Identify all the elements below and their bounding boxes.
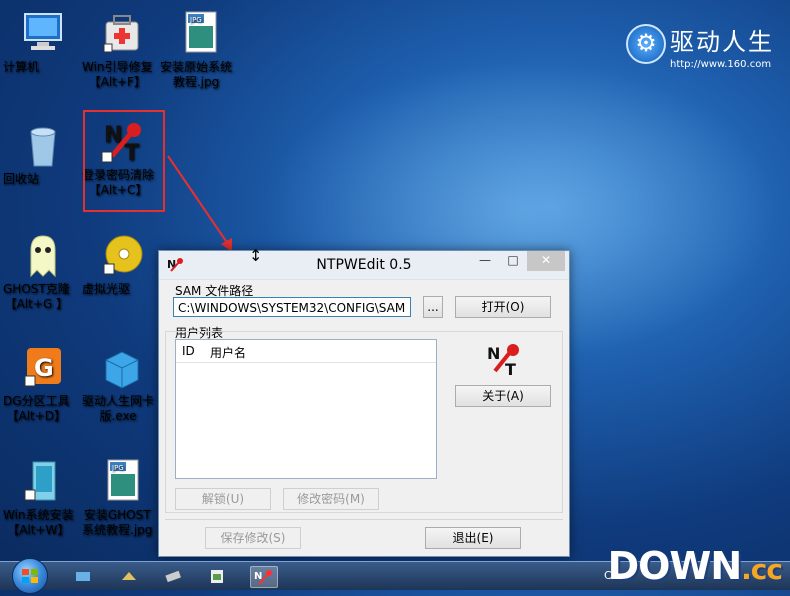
browse-button[interactable]: ...	[423, 296, 443, 318]
computer-icon	[19, 10, 67, 56]
user-list-table[interactable]: ID 用户名	[175, 339, 437, 479]
minimize-button[interactable]: —	[471, 251, 499, 271]
recycle-bin-icon	[19, 122, 67, 168]
taskbar-explorer-button[interactable]	[70, 566, 96, 586]
taskbar-ntpwedit-button[interactable]: N	[250, 566, 278, 588]
desktop-icon-label: 安装原始系统 教程.jpg	[160, 60, 233, 89]
taskbar-tool-button[interactable]	[116, 566, 142, 586]
desktop-icon-label: DG分区工具 【Alt+D】	[3, 394, 70, 423]
box-icon	[98, 344, 146, 390]
dg-partition-icon: G	[19, 344, 67, 390]
resize-cursor-icon: ↕	[249, 246, 263, 265]
taskbar-drive-button[interactable]	[160, 566, 186, 586]
svg-text:N: N	[487, 344, 500, 363]
maximize-button[interactable]: □	[499, 251, 527, 271]
desktop-icon-label: Win引导修复 【Alt+F】	[82, 60, 153, 89]
svg-text:JPG: JPG	[111, 464, 124, 472]
column-header-username[interactable]: 用户名	[210, 344, 246, 361]
desktop-icon-win-install[interactable]: Win系统安装 【Alt+W】	[3, 458, 83, 537]
desktop-icon-ghost[interactable]: GHOST克隆 【Alt+G 】	[3, 232, 83, 311]
brand-url: http://www.160.com	[670, 59, 772, 70]
desktop-icon-driver-life[interactable]: 驱动人生网卡 版.exe	[82, 344, 162, 423]
desktop-icon-virtual-drive[interactable]: 虚拟光驱	[82, 232, 162, 296]
desktop-icon-win-repair[interactable]: Win引导修复 【Alt+F】	[82, 10, 162, 89]
change-password-button[interactable]: 修改密码(M)	[283, 488, 379, 510]
sam-path-input[interactable]: C:\WINDOWS\SYSTEM32\CONFIG\SAM	[173, 297, 411, 317]
ntpwedit-logo: NT	[485, 341, 525, 379]
setup-icon	[211, 570, 223, 583]
drive-icon	[165, 570, 181, 583]
open-button[interactable]: 打开(O)	[455, 296, 551, 318]
jpg-file-icon: JPG	[176, 10, 224, 56]
column-header-id[interactable]: ID	[182, 344, 195, 358]
down-cc-watermark: DOWN.cc	[607, 544, 783, 588]
save-changes-button[interactable]: 保存修改(S)	[205, 527, 301, 549]
brand-logo: ⚙ 驱动人生 http://www.160.com	[626, 22, 774, 70]
ghost-icon	[19, 232, 67, 278]
separator	[165, 519, 563, 520]
about-button[interactable]: 关于(A)	[455, 385, 551, 407]
highlight-box	[83, 110, 165, 212]
ntpwedit-icon: N	[254, 570, 272, 585]
svg-text:JPG: JPG	[189, 16, 202, 24]
desktop-icon-label: 回收站	[3, 172, 40, 186]
toolbox-icon	[98, 10, 146, 56]
desktop-icon-ghost-tutorial-jpg[interactable]: JPG 安装GHOST 系统教程.jpg	[82, 458, 162, 537]
title-bar[interactable]: N NTPWEdit 0.5 — □ ✕	[159, 251, 569, 280]
desktop-icon-label: GHOST克隆 【Alt+G 】	[3, 282, 70, 311]
win-install-icon	[19, 458, 67, 504]
desktop-icon-label: 驱动人生网卡 版.exe	[82, 394, 155, 423]
brand-name: 驱动人生	[670, 28, 774, 56]
exit-button[interactable]: 退出(E)	[425, 527, 521, 549]
windows-logo-icon	[22, 569, 38, 583]
desktop-icon-label: 计算机	[3, 60, 40, 74]
explorer-icon	[76, 572, 90, 581]
user-list-header: ID 用户名	[176, 340, 436, 363]
desktop-icon-install-original-jpg[interactable]: JPG 安装原始系统 教程.jpg	[160, 10, 240, 89]
ntpwedit-window[interactable]: N NTPWEdit 0.5 — □ ✕ SAM 文件路径 C:\WINDOWS…	[158, 250, 570, 557]
jpg-file-icon: JPG	[98, 458, 146, 504]
desktop-icon-label: 虚拟光驱	[82, 282, 131, 296]
tool-icon	[122, 572, 136, 580]
taskbar-setup-button[interactable]	[204, 566, 230, 586]
start-button[interactable]	[12, 558, 48, 594]
unlock-button[interactable]: 解锁(U)	[175, 488, 271, 510]
desktop-icon-dg-partition[interactable]: G DG分区工具 【Alt+D】	[3, 344, 83, 423]
disc-icon	[98, 232, 146, 278]
svg-text:G: G	[34, 354, 54, 382]
desktop-icon-recycle-bin[interactable]: 回收站	[3, 122, 83, 186]
close-button[interactable]: ✕	[527, 251, 565, 271]
desktop-icon-label: 安装GHOST 系统教程.jpg	[82, 508, 153, 537]
svg-text:T: T	[505, 360, 516, 377]
gear-icon: ⚙	[626, 24, 666, 64]
desktop-icon-computer[interactable]: 计算机	[3, 10, 83, 74]
desktop-icon-label: Win系统安装 【Alt+W】	[3, 508, 74, 537]
